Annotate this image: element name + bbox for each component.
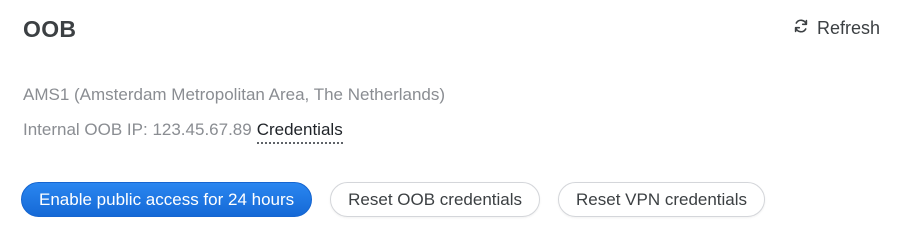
refresh-button[interactable]: Refresh — [793, 18, 880, 39]
enable-public-access-button[interactable]: Enable public access for 24 hours — [21, 182, 313, 217]
action-buttons: Enable public access for 24 hours Reset … — [21, 182, 766, 217]
reset-oob-credentials-button[interactable]: Reset OOB credentials — [330, 182, 541, 217]
panel-title: OOB — [23, 16, 77, 42]
oob-ip-line: Internal OOB IP: 123.45.67.89 Credential… — [23, 120, 343, 144]
credentials-link[interactable]: Credentials — [256, 120, 343, 144]
reset-vpn-credentials-button[interactable]: Reset VPN credentials — [558, 182, 766, 217]
location-text: AMS1 (Amsterdam Metropolitan Area, The N… — [23, 85, 446, 104]
refresh-label: Refresh — [816, 18, 880, 38]
oob-panel: OOB Refresh AMS1 (Amsterdam Metropolitan… — [0, 0, 904, 240]
oob-ip-text: Internal OOB IP: 123.45.67.89 — [23, 120, 252, 139]
refresh-icon — [793, 18, 809, 39]
